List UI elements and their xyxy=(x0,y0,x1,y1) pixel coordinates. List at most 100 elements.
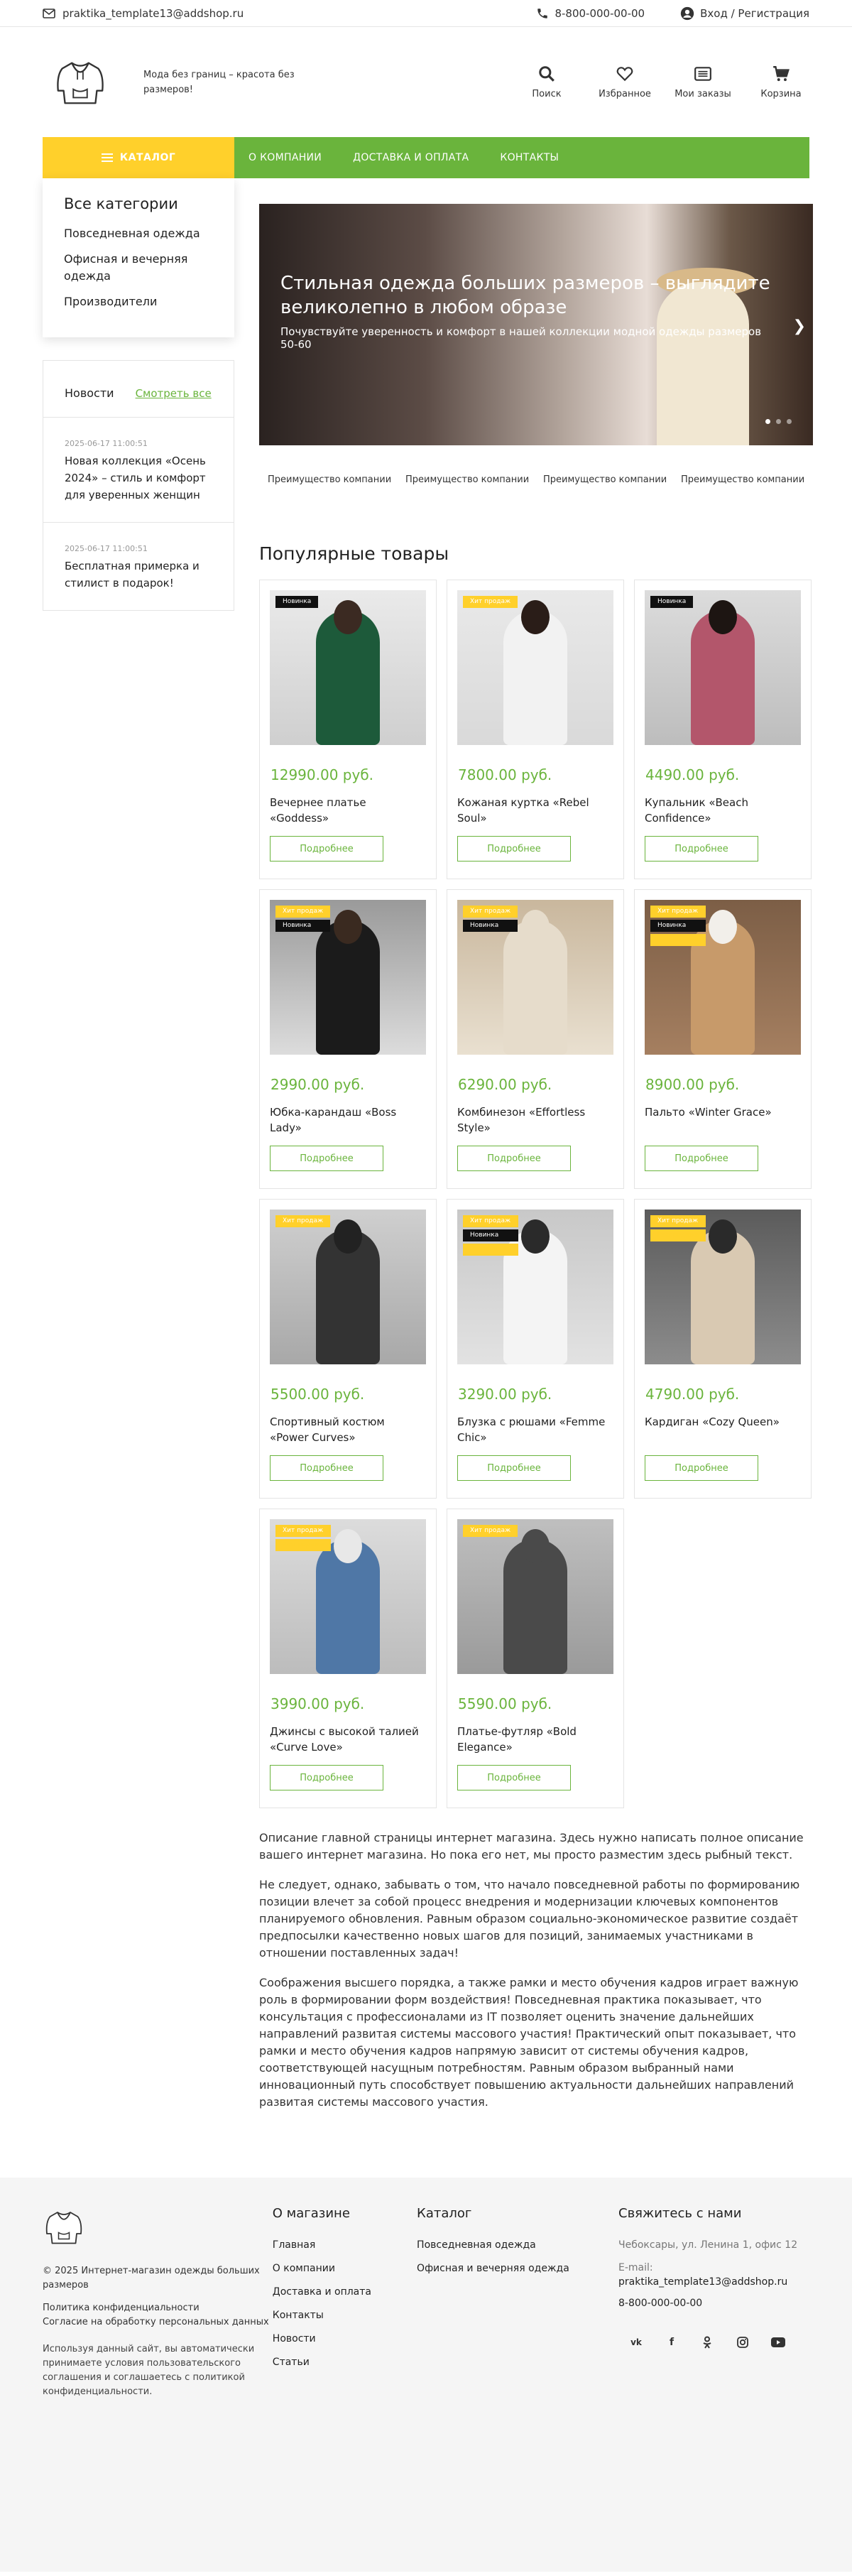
footer-link-articles[interactable]: Статьи xyxy=(273,2355,417,2369)
topbar-login[interactable]: Вход / Регистрация xyxy=(680,6,809,21)
product-details-button[interactable]: Подробнее xyxy=(645,1455,758,1481)
nav-link-delivery[interactable]: ДОСТАВКА И ОПЛАТА xyxy=(353,152,469,163)
product-name[interactable]: Спортивный костюм «Power Curves» xyxy=(270,1414,426,1447)
product-details-button[interactable]: Подробнее xyxy=(270,836,383,862)
product-image[interactable]: Хит продаж Новинка Распродажа xyxy=(645,900,801,1055)
product-card[interactable]: Новинка 12990.00 руб. Вечернее платье «G… xyxy=(259,580,437,879)
product-badge: Новинка xyxy=(275,596,319,608)
topbar-email-link[interactable]: praktika_template13@addshop.ru xyxy=(62,7,244,20)
slider-dots[interactable] xyxy=(765,419,792,424)
menu-icon xyxy=(101,153,113,162)
product-details-button[interactable]: Подробнее xyxy=(270,1146,383,1171)
orders-button[interactable]: Мои заказы xyxy=(674,65,731,99)
product-image[interactable]: Новинка xyxy=(645,590,801,745)
product-details-button[interactable]: Подробнее xyxy=(457,836,571,862)
footer-link-about[interactable]: О компании xyxy=(273,2261,417,2276)
footer-link-office-evening[interactable]: Офисная и вечерняя одежда xyxy=(417,2261,618,2276)
instagram-icon[interactable] xyxy=(731,2330,755,2354)
footer-logo[interactable] xyxy=(43,2206,85,2249)
product-name[interactable]: Пальто «Winter Grace» xyxy=(645,1104,801,1137)
category-item-casual[interactable]: Повседневная одежда xyxy=(64,225,213,242)
facebook-icon[interactable]: f xyxy=(660,2330,684,2354)
nav-link-contacts[interactable]: КОНТАКТЫ xyxy=(500,152,559,163)
favorites-button[interactable]: Избранное xyxy=(596,65,653,99)
product-card[interactable]: Хит продаж Новинка 6290.00 руб. Комбинезо… xyxy=(447,889,624,1189)
product-image[interactable]: Новинка xyxy=(270,590,426,745)
product-image[interactable]: Хит продаж Новинка xyxy=(270,900,426,1055)
product-details-button[interactable]: Подробнее xyxy=(457,1455,571,1481)
topbar-phone[interactable]: 8-800-000-00-00 xyxy=(536,7,645,20)
product-details-button[interactable]: Подробнее xyxy=(645,836,758,862)
cart-label: Корзина xyxy=(760,89,802,99)
cart-button[interactable]: Корзина xyxy=(753,65,809,99)
product-name[interactable]: Юбка-карандаш «Boss Lady» xyxy=(270,1104,426,1137)
nav-link-about[interactable]: О КОМПАНИИ xyxy=(248,152,322,163)
product-name[interactable]: Джинсы с высокой талией «Curve Love» xyxy=(270,1724,426,1756)
product-image[interactable]: Хит продаж Новинка xyxy=(457,900,613,1055)
data-consent-link[interactable]: Согласие на обработку персональных данны… xyxy=(43,2317,269,2327)
popular-title: Популярные товары xyxy=(259,543,449,564)
product-price: 5500.00 руб. xyxy=(271,1386,365,1403)
product-card[interactable]: Хит продаж Новинка 2990.00 руб. Юбка-кара… xyxy=(259,889,437,1189)
product-card[interactable]: Хит продаж 5590.00 руб. Платье-футляр «B… xyxy=(447,1509,624,1808)
footer-contact-title: Свяжитесь с нами xyxy=(618,2206,742,2221)
product-details-button[interactable]: Подробнее xyxy=(270,1765,383,1790)
product-name[interactable]: Комбинезон «Effortless Style» xyxy=(457,1104,613,1137)
footer-link-home[interactable]: Главная xyxy=(273,2238,417,2252)
catalog-button[interactable]: КАТАЛОГ xyxy=(43,137,234,178)
product-card[interactable]: Хит продаж Распродажа 4790.00 руб. Кардиг… xyxy=(634,1199,812,1499)
news-item[interactable]: 2025-06-17 11:00:51 Бесплатная примерка … xyxy=(43,522,234,610)
product-card[interactable]: Хит продаж Новинка Распродажа 3290.00 руб.… xyxy=(447,1199,624,1499)
product-details-button[interactable]: Подробнее xyxy=(270,1455,383,1481)
slider-dot[interactable] xyxy=(765,419,770,424)
footer-link-casual[interactable]: Повседневная одежда xyxy=(417,2238,618,2252)
product-name[interactable]: Вечернее платье «Goddess» xyxy=(270,795,426,827)
chevron-right-icon[interactable]: ❯ xyxy=(793,317,806,335)
category-item-office-evening[interactable]: Офисная и вечерняя одежда xyxy=(64,251,213,285)
product-name[interactable]: Блузка с рюшами «Femme Chic» xyxy=(457,1414,613,1447)
product-name[interactable]: Купальник «Beach Confidence» xyxy=(645,795,801,827)
product-details-button[interactable]: Подробнее xyxy=(457,1146,571,1171)
footer-email-link[interactable]: praktika_template13@addshop.ru xyxy=(618,2276,787,2288)
news-view-all-link[interactable]: Смотреть все xyxy=(136,387,212,400)
slider-dot[interactable] xyxy=(776,419,781,424)
footer-phone[interactable]: 8-800-000-00-00 xyxy=(618,2298,809,2309)
slider-dot[interactable] xyxy=(787,419,792,424)
product-image[interactable]: Хит продаж Распродажа xyxy=(270,1519,426,1674)
product-name[interactable]: Кардиган «Cozy Queen» xyxy=(645,1414,801,1447)
product-image[interactable]: Хит продаж xyxy=(457,590,613,745)
footer-link-delivery[interactable]: Доставка и оплата xyxy=(273,2285,417,2299)
footer-link-contacts[interactable]: Контакты xyxy=(273,2308,417,2322)
search-button[interactable]: Поиск xyxy=(518,65,575,99)
product-details-button[interactable]: Подробнее xyxy=(457,1765,571,1790)
footer-link-news[interactable]: Новости xyxy=(273,2332,417,2346)
product-image[interactable]: Хит продаж Распродажа xyxy=(645,1210,801,1364)
product-card[interactable]: Хит продаж 5500.00 руб. Спортивный костю… xyxy=(259,1199,437,1499)
category-item-manufacturers[interactable]: Производители xyxy=(64,293,213,310)
product-image[interactable]: Хит продаж xyxy=(270,1210,426,1364)
vk-icon[interactable]: vk xyxy=(624,2330,648,2354)
product-name[interactable]: Платье-футляр «Bold Elegance» xyxy=(457,1724,613,1756)
odnoklassniki-icon[interactable] xyxy=(695,2330,719,2354)
product-card[interactable]: Хит продаж Распродажа 3990.00 руб. Джинсы… xyxy=(259,1509,437,1808)
product-image[interactable]: Хит продаж xyxy=(457,1519,613,1674)
product-card[interactable]: Новинка 4490.00 руб. Купальник «Beach Co… xyxy=(634,580,812,879)
footer-email[interactable]: E-mail: praktika_template13@addshop.ru xyxy=(618,2261,809,2289)
hero-slider[interactable]: Стильная одежда больших размеров – выгля… xyxy=(259,204,813,445)
news-item[interactable]: 2025-06-17 11:00:51 Новая коллекция «Осе… xyxy=(43,417,234,522)
product-badge: Хит продаж xyxy=(275,906,331,918)
product-badge: Хит продаж xyxy=(275,1525,332,1537)
product-name[interactable]: Кожаная куртка «Rebel Soul» xyxy=(457,795,613,827)
product-image[interactable]: Хит продаж Новинка Распродажа xyxy=(457,1210,613,1364)
logo[interactable] xyxy=(53,55,108,110)
product-badge: Новинка xyxy=(650,596,694,608)
product-details-button[interactable]: Подробнее xyxy=(645,1146,758,1171)
footer-policy-links: Политика конфиденциальности Согласие на … xyxy=(43,2301,273,2330)
youtube-icon[interactable] xyxy=(766,2330,790,2354)
main-nav: КАТАЛОГ О КОМПАНИИ ДОСТАВКА И ОПЛАТА КОН… xyxy=(43,137,809,178)
product-card[interactable]: Хит продаж Новинка Распродажа 8900.00 руб.… xyxy=(634,889,812,1189)
product-card[interactable]: Хит продаж 7800.00 руб. Кожаная куртка «… xyxy=(447,580,624,879)
privacy-policy-link[interactable]: Политика конфиденциальности xyxy=(43,2303,200,2313)
header: Мода без границ – красота без размеров! … xyxy=(0,27,852,137)
advantages-row: Преимущество компании Преимущество компа… xyxy=(259,474,813,487)
